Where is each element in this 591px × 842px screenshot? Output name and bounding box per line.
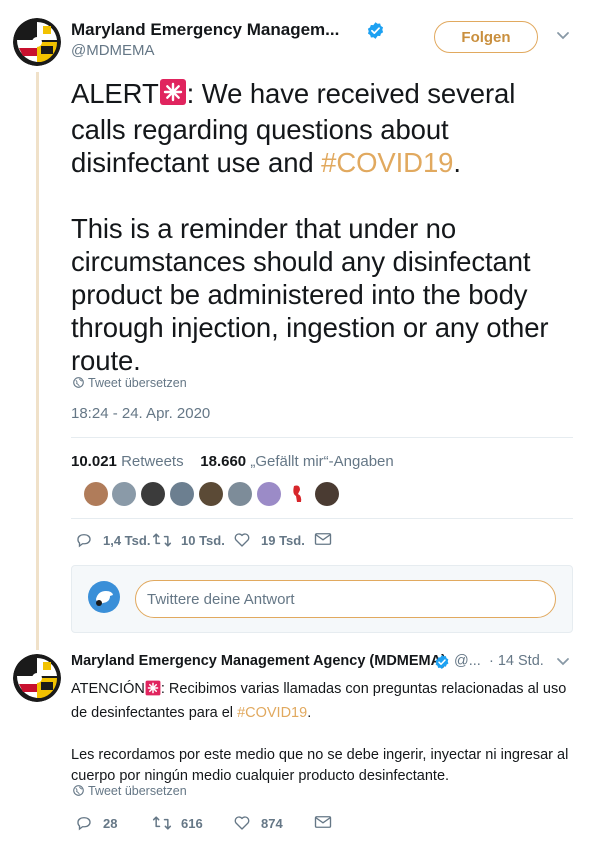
retweet-action[interactable]: 10 Tsd. [152,531,225,549]
like-action[interactable]: 874 [233,814,283,832]
maryland-flag-logo-icon [13,654,61,702]
reply-input[interactable]: Twittere deine Antwort [135,580,556,618]
author-handle[interactable]: @MDMEMA [71,42,155,59]
liker-avatar[interactable] [257,482,281,506]
message-icon [314,816,332,828]
translate-tweet-link[interactable]: Tweet übersetzen [88,376,187,390]
liker-avatar[interactable] [141,482,165,506]
retweets-count[interactable]: 10.021 [71,453,117,470]
liker-avatar[interactable] [199,482,223,506]
liker-avatar[interactable] [228,482,252,506]
reply-count: 1,4 Tsd. [103,532,151,548]
thread-connector-line [36,72,39,650]
author-avatar[interactable] [13,18,61,66]
translate-tweet-link[interactable]: Tweet übersetzen [88,784,187,798]
tweet-text: ATENCIÓN: Recibimos varias llamadas con … [71,679,581,787]
chevron-down-icon[interactable] [556,31,570,41]
hashtag-link[interactable]: #COVID19 [321,147,453,178]
like-icon [234,816,250,830]
reply-icon [77,534,91,548]
message-icon [314,533,332,545]
liker-avatar[interactable] [315,482,339,506]
retweet-action[interactable]: 616 [152,814,203,832]
reply-action[interactable]: 1,4 Tsd. [75,531,150,549]
tweet-text-tail: . This is a reminder that under no circu… [71,147,549,376]
verified-badge-icon [435,655,449,669]
dove-icon [96,591,113,606]
author-name[interactable]: Maryland Emergency Management Agency (MD… [71,653,446,669]
reply-action[interactable]: 28 [75,814,117,832]
current-user-avatar [88,581,120,613]
retweet-icon [152,816,172,830]
divider [71,437,573,438]
author-name[interactable]: Maryland Emergency Managem... [71,20,339,40]
follow-button[interactable]: Folgen [434,21,538,53]
likes-label[interactable]: „Gefällt mir“-Angaben [250,453,393,470]
hashtag-link[interactable]: #COVID19 [237,705,307,721]
tweet-stats: 10.021 Retweets 18.660 „Gefällt mir“-Ang… [71,453,394,470]
reply-count: 28 [103,815,118,831]
retweets-label[interactable]: Retweets [121,453,184,470]
likes-count[interactable]: 18.660 [200,453,246,470]
retweet-count: 616 [181,815,203,831]
tweet-text: ALERT: We have received several calls re… [71,77,571,377]
tweet-text-alert: ATENCIÓN [71,681,145,697]
tweet-text-alert: ALERT [71,78,159,109]
globe-icon [73,785,84,796]
second-tweet-header: Maryland Emergency Management Agency (MD… [71,653,446,669]
chevron-down-icon[interactable] [556,657,570,667]
reply-icon [77,817,91,831]
liker-avatar[interactable] [170,482,194,506]
globe-icon [73,377,84,388]
maryland-flag-logo-icon [13,18,61,66]
liker-avatar[interactable] [286,482,310,506]
retweet-icon [152,533,172,547]
tweet-timestamp[interactable]: 18:24 - 24. Apr. 2020 [71,405,210,422]
like-count: 874 [261,815,283,831]
author-avatar[interactable] [13,654,61,702]
direct-message-action[interactable] [314,531,332,547]
like-icon [234,533,250,547]
siren-emoji-icon [145,680,161,703]
siren-emoji-icon [159,78,187,113]
like-count: 19 Tsd. [261,532,305,548]
like-action[interactable]: 19 Tsd. [233,531,305,549]
liker-avatar[interactable] [84,482,108,506]
divider [71,518,573,519]
retweet-count: 10 Tsd. [181,532,225,548]
tweet-time[interactable]: · 14 Std. [489,653,544,669]
author-handle[interactable]: @... [454,653,481,669]
direct-message-action[interactable] [314,814,332,830]
liker-avatar[interactable] [112,482,136,506]
verified-badge-icon [367,22,384,39]
